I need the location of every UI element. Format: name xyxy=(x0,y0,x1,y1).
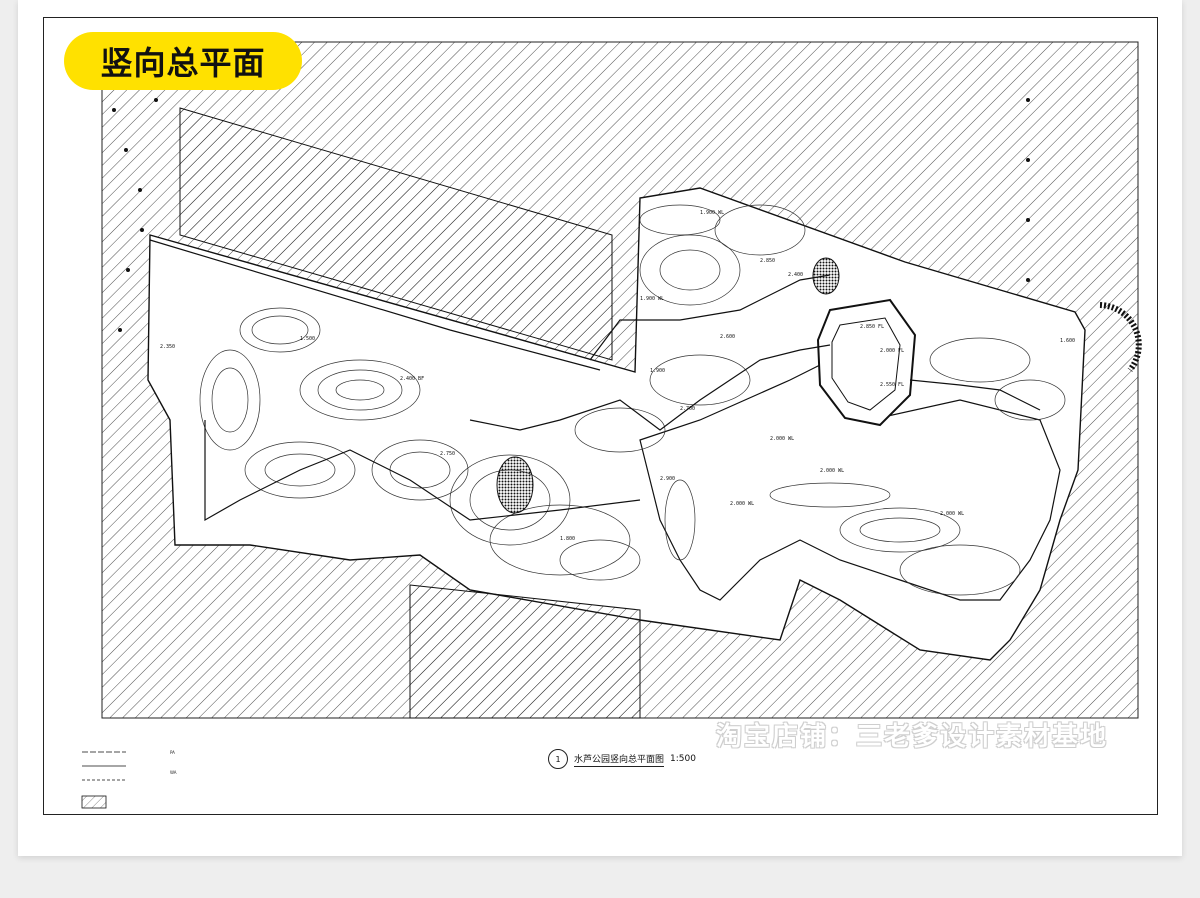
elevation-label: 1.600 xyxy=(1060,338,1075,344)
tree-cluster xyxy=(812,257,840,295)
elevation-label: 2.000 WL xyxy=(940,511,964,517)
elevation-label: 1.900 WL xyxy=(640,296,664,302)
elevation-label: 2.850 FL xyxy=(860,324,884,330)
drawing-title-block: 1 水芦公园竖向总平面图 1:500 xyxy=(548,748,696,770)
legend-item-pa: PA xyxy=(170,750,175,755)
elevation-label: 2.350 xyxy=(160,344,175,350)
elevation-label: 2.400 xyxy=(788,272,803,278)
drawing-scale: 1:500 xyxy=(670,754,696,764)
elevation-label: 2.400 BF xyxy=(400,376,424,382)
elevation-label: 1.900 xyxy=(650,368,665,374)
legend: PA WA xyxy=(78,738,238,808)
elevation-label: 2.750 xyxy=(440,451,455,457)
elevation-label: 2.000 WL xyxy=(820,468,844,474)
elevation-label: 2.000 WL xyxy=(770,436,794,442)
drawing-number: 1 xyxy=(548,749,568,769)
tree-cluster xyxy=(496,456,534,514)
section-title-badge: 竖向总平面 xyxy=(64,32,302,90)
drawing-title: 水芦公园竖向总平面图 xyxy=(574,752,665,767)
elevation-label: 2.850 xyxy=(760,258,775,264)
elevation-label: 2.600 xyxy=(720,334,735,340)
elevation-label: 1.800 xyxy=(560,536,575,542)
elevation-label: 2.550 FL xyxy=(880,382,904,388)
elevation-label: 2.900 xyxy=(660,476,675,482)
badge-title: 竖向总平面 xyxy=(100,44,266,82)
elevation-label: 2.700 xyxy=(680,406,695,412)
elevation-label: 2.000 FL xyxy=(880,348,904,354)
elevation-label: 1.900 WL xyxy=(700,210,724,216)
legend-item-wa: WA xyxy=(170,770,177,775)
elevation-label: 1.500 xyxy=(300,336,315,342)
watermark: 淘宝店铺：三老爹设计素材基地 xyxy=(716,722,1109,752)
elevation-label: 2.000 WL xyxy=(730,501,754,507)
